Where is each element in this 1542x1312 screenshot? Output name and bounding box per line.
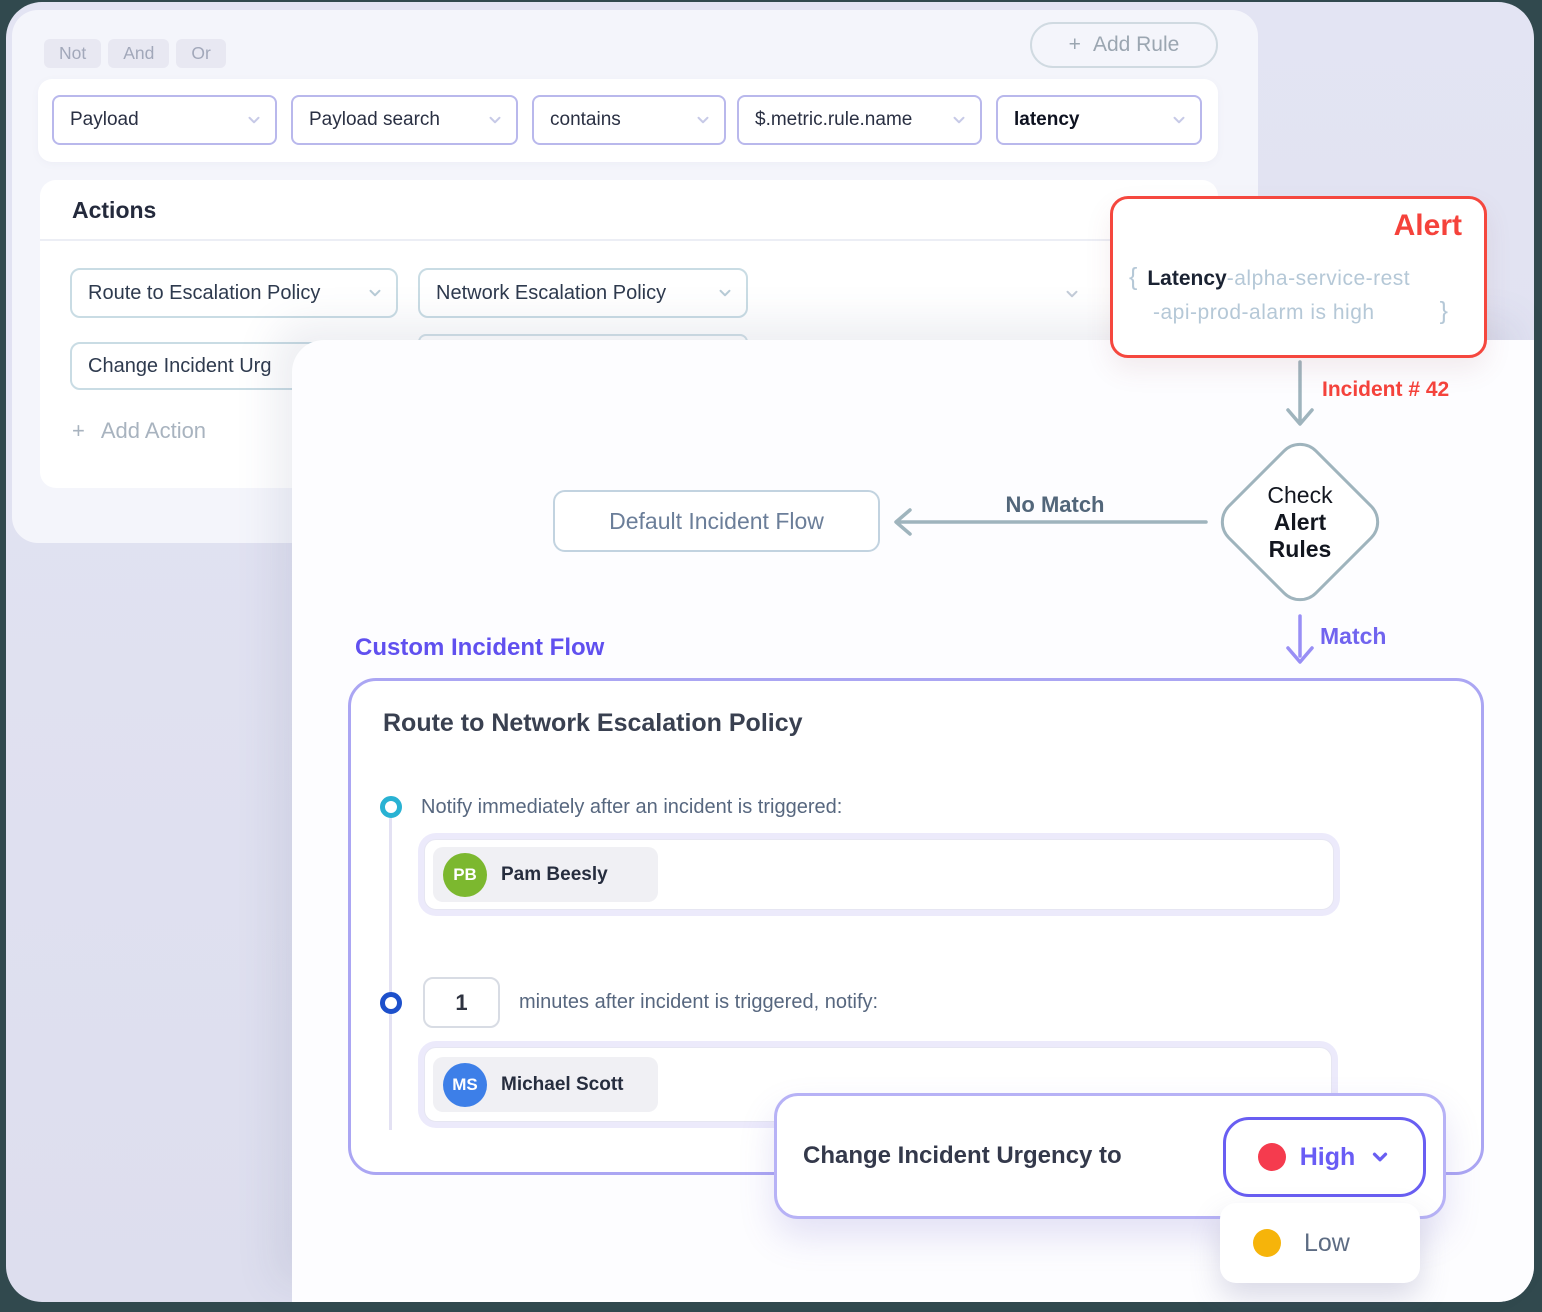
step1-text: Notify immediately after an incident is …: [421, 796, 842, 819]
or-button[interactable]: Or: [176, 39, 225, 68]
change-urgency-label: Change Incident Urgency to: [803, 1142, 1122, 1170]
chevron-down-icon: [1369, 1146, 1391, 1168]
not-button[interactable]: Not: [44, 39, 101, 68]
step2-bullet: [380, 992, 402, 1014]
user-chip-pam[interactable]: PB Pam Beesly: [433, 847, 658, 902]
chevron-down-icon: [716, 284, 734, 302]
chevron-down-icon: [245, 111, 263, 129]
value-dropdown-value: latency: [1014, 109, 1079, 131]
plus-icon: +: [1069, 33, 1081, 57]
step1-bullet: [380, 796, 402, 818]
chevron-down-icon: [486, 111, 504, 129]
minutes-input[interactable]: 1: [423, 977, 500, 1028]
search-type-dropdown[interactable]: Payload search: [291, 95, 518, 145]
screenshot-canvas: Not And Or + Add Rule Payload Payload se…: [0, 0, 1542, 1312]
open-brace: {: [1129, 263, 1137, 292]
urgency-option-low[interactable]: Low: [1220, 1203, 1420, 1283]
close-brace: }: [1440, 297, 1448, 326]
logic-operator-row: Not And Or: [44, 39, 226, 68]
chevron-down-icon: [366, 284, 384, 302]
route-policy-heading: Route to Network Escalation Policy: [383, 709, 803, 738]
urgency-selected-value: High: [1300, 1143, 1356, 1172]
actions-title: Actions: [72, 197, 156, 224]
diamond-line3: Rules: [1269, 536, 1332, 563]
avatar: MS: [443, 1063, 487, 1107]
chevron-down-icon: [1170, 111, 1188, 129]
add-rule-label: Add Rule: [1093, 33, 1179, 57]
value-dropdown[interactable]: latency: [996, 95, 1202, 145]
user-name: Pam Beesly: [501, 864, 608, 886]
urgency-option-low-label: Low: [1304, 1229, 1350, 1258]
plus-icon: +: [72, 418, 85, 444]
chevron-down-icon: [950, 111, 968, 129]
divider: [40, 239, 1218, 241]
route-action-dropdown[interactable]: Route to Escalation Policy: [70, 268, 398, 318]
diamond-text: Check Alert Rules: [1237, 459, 1363, 585]
alert-payload-line1: { Latency -alpha-service-rest: [1129, 263, 1410, 292]
operator-value: contains: [550, 109, 621, 131]
path-value: $.metric.rule.name: [755, 109, 912, 131]
notify-user-field[interactable]: PB Pam Beesly: [418, 833, 1340, 916]
change-urgency-card: Change Incident Urgency to High: [774, 1093, 1446, 1219]
change-urgency-action-value: Change Incident Urg: [88, 355, 271, 378]
low-urgency-dot-icon: [1253, 1229, 1281, 1257]
urgency-dropdown[interactable]: High: [1223, 1117, 1426, 1197]
alert-card: Alert { Latency -alpha-service-rest -api…: [1110, 196, 1487, 358]
alert-rest1: -alpha-service-rest: [1227, 267, 1410, 291]
user-name: Michael Scott: [501, 1074, 623, 1096]
escalation-policy-dropdown[interactable]: Network Escalation Policy: [418, 268, 748, 318]
diamond-line2: Alert: [1274, 509, 1326, 536]
avatar: PB: [443, 853, 487, 897]
add-action-button[interactable]: + Add Action: [72, 418, 206, 444]
custom-incident-flow-title: Custom Incident Flow: [355, 634, 604, 662]
route-action-value: Route to Escalation Policy: [88, 282, 320, 305]
step2-text: minutes after incident is triggered, not…: [519, 991, 878, 1014]
notify-user-field-inner: PB Pam Beesly: [424, 839, 1334, 910]
search-type-value: Payload search: [309, 109, 440, 131]
chevron-down-icon[interactable]: [1063, 285, 1081, 303]
operator-dropdown[interactable]: contains: [532, 95, 726, 145]
add-rule-button[interactable]: + Add Rule: [1030, 22, 1218, 68]
incident-number-label: Incident # 42: [1322, 378, 1449, 402]
chevron-down-icon: [694, 111, 712, 129]
add-action-label: Add Action: [101, 418, 206, 444]
alert-payload-line2: -api-prod-alarm is high: [1153, 301, 1375, 325]
match-label: Match: [1320, 623, 1386, 650]
alert-metric: Latency: [1147, 267, 1226, 291]
diamond-line1: Check: [1267, 482, 1332, 509]
escalation-policy-value: Network Escalation Policy: [436, 282, 666, 305]
and-button[interactable]: And: [108, 39, 169, 68]
timeline-connector: [389, 818, 392, 1130]
default-incident-flow-node: Default Incident Flow: [553, 490, 880, 552]
path-dropdown[interactable]: $.metric.rule.name: [737, 95, 982, 145]
field-dropdown-value: Payload: [70, 109, 139, 131]
user-chip-michael[interactable]: MS Michael Scott: [433, 1057, 658, 1112]
field-dropdown[interactable]: Payload: [52, 95, 277, 145]
no-match-label: No Match: [955, 492, 1155, 518]
high-urgency-dot-icon: [1258, 1143, 1286, 1171]
alert-title: Alert: [1394, 209, 1462, 243]
